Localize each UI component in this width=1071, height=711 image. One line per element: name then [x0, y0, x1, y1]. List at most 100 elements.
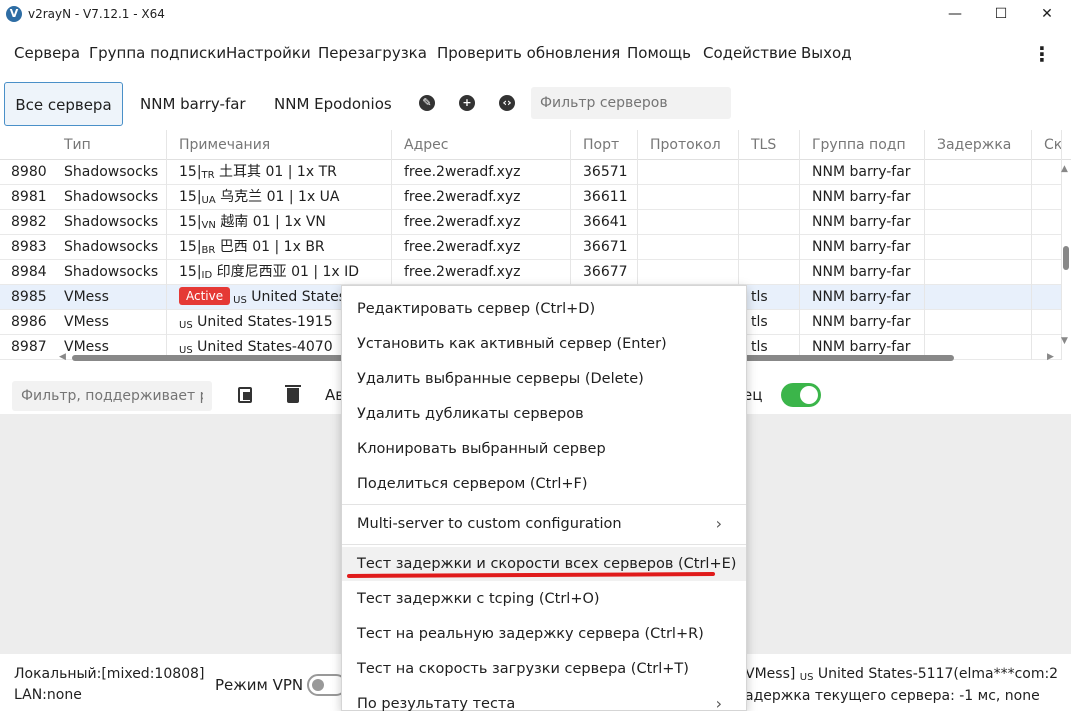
- table-header: Тип Примечания Адрес Порт Протокол TLS Г…: [0, 130, 1071, 160]
- menu-reload[interactable]: Перезагрузка: [318, 44, 427, 62]
- table-row[interactable]: 8982 Shadowsocks 15|VN 越南 01 | 1x VN free.2…: [0, 210, 1062, 235]
- menu-item-edit-server[interactable]: Редактировать сервер (Ctrl+D): [342, 292, 746, 326]
- cell-delay: [925, 235, 1032, 260]
- table-row[interactable]: 8981 Shadowsocks 15|UA 乌克兰 01 | 1x UA free.…: [0, 185, 1062, 210]
- remark-text: 越南 01 | 1x VN: [220, 214, 326, 230]
- cell-type: Shadowsocks: [52, 160, 167, 185]
- menu-subscription-group[interactable]: Группа подписки: [89, 44, 226, 62]
- row-number: 8980: [11, 164, 47, 180]
- close-button[interactable]: ✕: [1024, 0, 1070, 28]
- tab-nnm-epodonios[interactable]: NNM Epodonios: [260, 82, 406, 126]
- tab-nnm-barry-far[interactable]: NNM barry-far: [126, 82, 260, 126]
- menu-item-real-delay-test[interactable]: Тест на реальную задержку сервера (Ctrl+…: [342, 617, 746, 651]
- cell-remark: 15|ID 印度尼西亚 01 | 1x ID: [167, 260, 392, 285]
- cell-type: VMess: [52, 285, 167, 310]
- menu-donate[interactable]: Содействие: [703, 44, 797, 62]
- cell-proto: [638, 235, 739, 260]
- menu-item-download-speed-test[interactable]: Тест на скорость загрузки сервера (Ctrl+…: [342, 652, 746, 686]
- minimize-button[interactable]: —: [932, 0, 978, 28]
- column-address[interactable]: Адрес: [392, 130, 571, 160]
- menu-item-delete-selected-servers[interactable]: Удалить выбранные серверы (Delete): [342, 362, 746, 396]
- menu-bar: Сервера Группа подписки Настройки Переза…: [0, 40, 1071, 68]
- menu-item-label: Тест на реальную задержку сервера (Ctrl+…: [357, 626, 704, 642]
- scroll-up-icon[interactable]: ▲: [1061, 164, 1068, 174]
- us-flag-icon: US: [799, 672, 814, 683]
- status-current-server-name: United States-5117(elma***com:2: [817, 666, 1059, 682]
- remark-text: United States-4070: [197, 339, 333, 355]
- log-filter-input[interactable]: [12, 381, 212, 411]
- title-bar: V v2rayN - V7.12.1 - X64: [0, 0, 1071, 28]
- column-remarks[interactable]: Примечания: [167, 130, 392, 160]
- cell-group: NNM barry-far: [800, 260, 925, 285]
- cell-addr: free.2weradf.xyz: [392, 210, 571, 235]
- row-number: 8985: [11, 289, 47, 305]
- remark-prefix: 15|: [179, 214, 202, 230]
- cell-remark: 15|VN 越南 01 | 1x VN: [167, 210, 392, 235]
- scroll-left-icon[interactable]: ◀: [59, 352, 66, 362]
- edit-icon[interactable]: ✎: [419, 95, 435, 111]
- menu-item-remove-duplicate-servers[interactable]: Удалить дубликаты серверов: [342, 397, 746, 431]
- table-row[interactable]: 8983 Shadowsocks 15|BR 巴西 01 | 1x BR free.2…: [0, 235, 1062, 260]
- menu-servers[interactable]: Сервера: [14, 44, 80, 62]
- menu-item-label: Тест задержки и скорости всех серверов (…: [357, 556, 737, 572]
- column-port[interactable]: Порт: [571, 130, 638, 160]
- menu-item-label: Установить как активный сервер (Enter): [357, 336, 667, 352]
- cell-addr: free.2weradf.xyz: [392, 160, 571, 185]
- cell-type: Shadowsocks: [52, 235, 167, 260]
- remark-text: United States-1915: [197, 314, 333, 330]
- more-menu-icon[interactable]: ⋮: [1032, 40, 1052, 68]
- cell-proto: [638, 160, 739, 185]
- tab-all-servers[interactable]: Все сервера: [4, 82, 123, 126]
- menu-help[interactable]: Помощь: [627, 44, 691, 62]
- cell-type: VMess: [52, 310, 167, 335]
- column-speed[interactable]: Ско: [1032, 130, 1062, 160]
- cell-group: NNM barry-far: [800, 310, 925, 335]
- menu-settings[interactable]: Настройки: [226, 44, 311, 62]
- flag-icon: BR: [201, 245, 216, 256]
- scroll-right-icon[interactable]: ▶: [1047, 352, 1054, 362]
- window-title: v2rayN - V7.12.1 - X64: [28, 7, 165, 21]
- maximize-button[interactable]: ☐: [978, 0, 1024, 28]
- more-icon[interactable]: ‹›: [499, 95, 515, 111]
- remark-text: 土耳其 01 | 1x TR: [219, 164, 337, 180]
- menu-item-share-server[interactable]: Поделиться сервером (Ctrl+F): [342, 467, 746, 501]
- table-row[interactable]: 8980 Shadowsocks 15|TR 土耳其 01 | 1x TR free.…: [0, 160, 1062, 185]
- column-tls[interactable]: TLS: [739, 130, 800, 160]
- v2rayn-logo-icon: V: [6, 6, 22, 22]
- server-filter-input[interactable]: [531, 87, 731, 119]
- cell-tls: [739, 185, 800, 210]
- scroll-down-icon[interactable]: ▼: [1061, 336, 1068, 346]
- menu-item-sort-by-test-result[interactable]: По результату теста ›: [342, 687, 746, 711]
- cell-proto: [638, 210, 739, 235]
- menu-exit[interactable]: Выход: [801, 44, 852, 62]
- cell-tls: [739, 235, 800, 260]
- cell-group: NNM barry-far: [800, 210, 925, 235]
- cell-delay: [925, 285, 1032, 310]
- column-type[interactable]: Тип: [52, 130, 167, 160]
- add-icon[interactable]: +: [459, 95, 475, 111]
- row-number: 8987: [11, 339, 47, 355]
- menu-item-multi-server-config[interactable]: Multi-server to custom configuration ›: [342, 507, 746, 541]
- cell-port: 36677: [571, 260, 638, 285]
- remark-text: 乌克兰 01 | 1x UA: [220, 189, 340, 205]
- copy-icon[interactable]: [238, 387, 252, 403]
- log-toggle[interactable]: [781, 383, 821, 407]
- column-protocol[interactable]: Протокол: [638, 130, 739, 160]
- remark-prefix: 15|: [179, 239, 202, 255]
- flag-icon: UA: [201, 195, 216, 206]
- menu-item-clone-server[interactable]: Клонировать выбранный сервер: [342, 432, 746, 466]
- flag-icon: VN: [201, 220, 216, 231]
- vertical-scrollbar-thumb[interactable]: [1063, 246, 1069, 270]
- trash-icon[interactable]: [285, 385, 301, 403]
- cell-type: Shadowsocks: [52, 185, 167, 210]
- menu-check-updates[interactable]: Проверить обновления: [437, 44, 620, 62]
- column-subscription-group[interactable]: Группа подп: [800, 130, 925, 160]
- cell-delay: [925, 310, 1032, 335]
- cell-port: 36571: [571, 160, 638, 185]
- flag-icon: US: [233, 295, 247, 306]
- table-row[interactable]: 8984 Shadowsocks 15|ID 印度尼西亚 01 | 1x ID fre…: [0, 260, 1062, 285]
- column-delay[interactable]: Задержка: [925, 130, 1032, 160]
- menu-item-tcping-test[interactable]: Тест задержки с tcping (Ctrl+O): [342, 582, 746, 616]
- menu-item-set-active-server[interactable]: Установить как активный сервер (Enter): [342, 327, 746, 361]
- remark-prefix: 15|: [179, 189, 202, 205]
